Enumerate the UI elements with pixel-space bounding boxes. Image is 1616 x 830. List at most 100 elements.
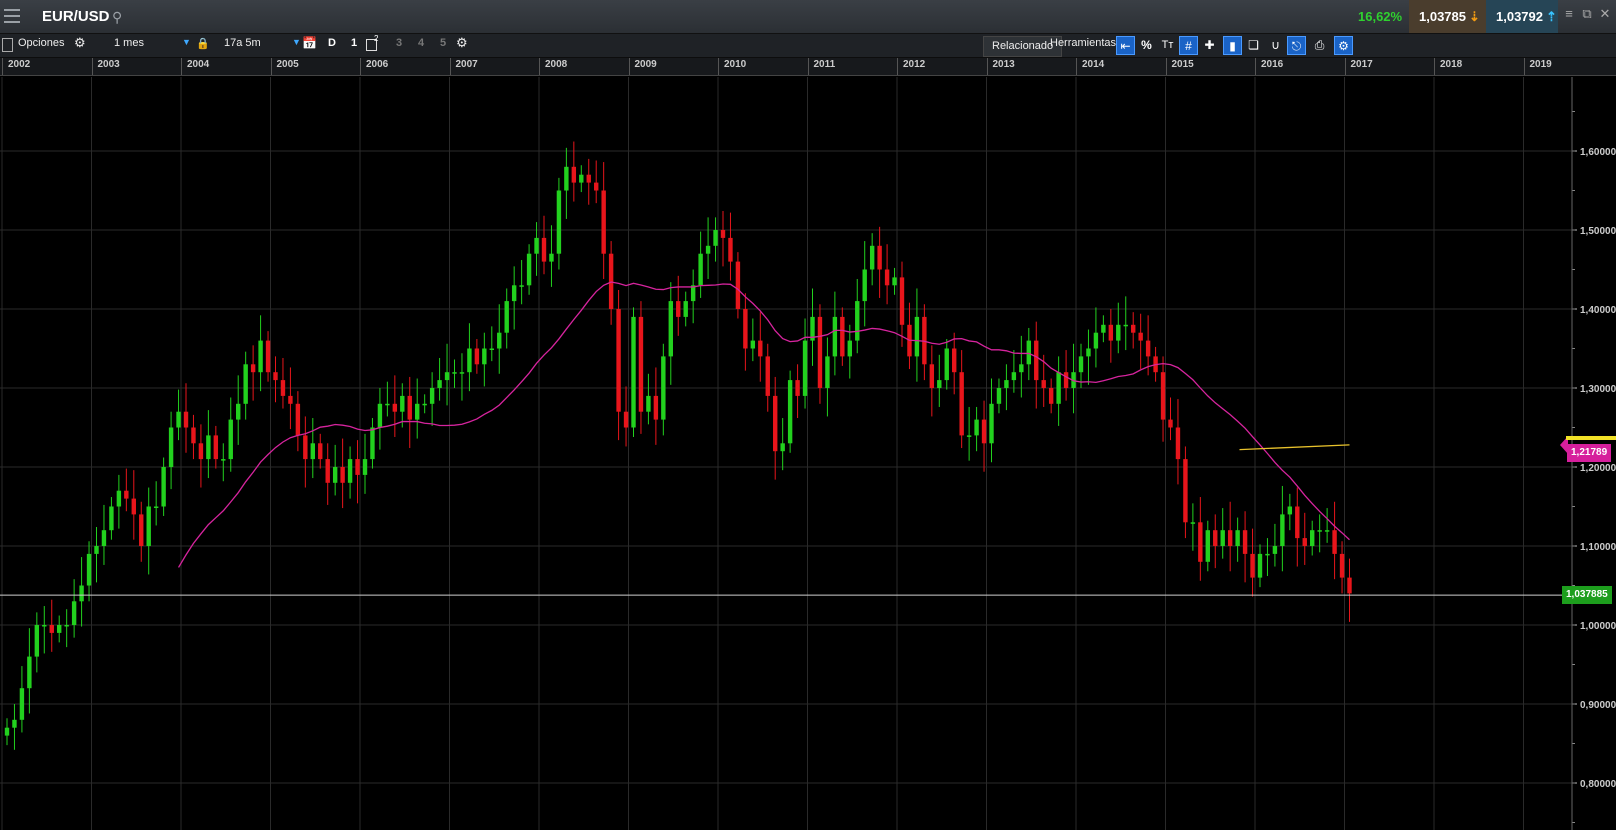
candle-up [1257, 553, 1263, 578]
candle-down [1347, 577, 1352, 594]
candle-up [482, 348, 487, 365]
candle-down [735, 261, 741, 309]
candle-down [594, 182, 599, 191]
candle-down [280, 380, 286, 396]
candle-up [422, 403, 427, 406]
candle-up [579, 174, 584, 183]
candle-up [459, 372, 465, 374]
candle-down [1295, 506, 1300, 539]
candle-down [601, 190, 606, 254]
y-tick-label: 1,10000 [1580, 542, 1616, 553]
candle-down [1160, 372, 1166, 420]
candle-down [616, 309, 621, 412]
moving-average-tag: 1,21789 [1567, 443, 1612, 462]
candle-down [340, 467, 345, 483]
candle-down [1183, 459, 1188, 523]
candle-up [362, 459, 368, 475]
candle-up [511, 285, 517, 302]
candle-up [101, 530, 107, 546]
candle-down [877, 245, 882, 270]
candle-up [802, 340, 808, 396]
candle-down [1108, 324, 1114, 341]
trendline [1239, 444, 1350, 451]
candle-up [42, 625, 47, 627]
candle-up [892, 277, 897, 286]
candle-down [1213, 530, 1218, 546]
candle-up [1093, 332, 1099, 349]
candle-up [243, 364, 248, 404]
candle-down [474, 348, 480, 365]
y-tick-label: 1,30000 [1580, 384, 1616, 395]
candle-down [758, 340, 763, 357]
candle-up [1056, 372, 1061, 404]
candle-up [57, 625, 62, 633]
candle-up [519, 285, 524, 287]
candle-up [1205, 530, 1210, 562]
candle-down [392, 403, 398, 412]
candle-down [1250, 553, 1255, 578]
candle-down [1041, 380, 1046, 388]
candle-down [295, 403, 301, 436]
candle-up [94, 546, 99, 554]
candle-down [1131, 324, 1136, 333]
candle-down [1138, 332, 1143, 341]
candle-down [728, 237, 733, 262]
candle-down [198, 443, 204, 460]
candle-down [1198, 522, 1203, 562]
candle-up [944, 348, 949, 381]
candle-up [1101, 324, 1106, 333]
candle-down [1168, 419, 1173, 428]
candle-up [385, 403, 390, 406]
candle-up [176, 411, 181, 428]
candle-down [1063, 372, 1069, 388]
candle-up [937, 380, 942, 388]
candle-down [1175, 427, 1181, 460]
candle-up [400, 395, 405, 412]
price-chart[interactable]: 1,60000 1,50000 1,40000 1,30000 1,20000 1,100… [0, 0, 1616, 830]
candle-up [705, 245, 711, 254]
candle-up [1190, 522, 1196, 524]
candle-up [429, 388, 435, 404]
candle-down [773, 395, 778, 452]
candle-down [653, 395, 659, 420]
candle-up [206, 435, 211, 460]
candle-up [1123, 324, 1128, 327]
candle-down [273, 372, 278, 381]
candle-down [1227, 530, 1233, 546]
candle-up [19, 688, 25, 720]
candle-up [258, 340, 263, 373]
candle-up [698, 253, 703, 286]
candle-up [116, 490, 122, 507]
candle-up [914, 316, 920, 357]
candle-up [1116, 324, 1121, 341]
candle-up [467, 348, 472, 373]
trendline-tag [1566, 436, 1616, 440]
candle-down [1332, 530, 1337, 554]
candle-up [146, 506, 151, 546]
candle-down [743, 309, 748, 349]
candle-down [325, 459, 330, 483]
candle-up [1004, 380, 1009, 388]
current-price-value: 1,037885 [1566, 589, 1608, 600]
candle-down [124, 490, 129, 499]
current-price-tag: 1,037885 [1562, 586, 1612, 604]
candle-up [444, 372, 450, 381]
candle-up [86, 553, 92, 586]
candle-up [1272, 546, 1278, 554]
candle-down [407, 395, 412, 420]
candle-up [1310, 530, 1315, 546]
candle-up [1086, 348, 1091, 357]
candle-up [64, 625, 69, 627]
candle-up [646, 395, 651, 412]
moving-average-line [177, 281, 1350, 568]
candle-down [765, 356, 770, 396]
candle-up [347, 459, 353, 483]
y-tick-label: 1,60000 [1580, 147, 1616, 158]
candle-down [541, 237, 547, 262]
candle-up [1235, 530, 1240, 546]
candle-up [668, 301, 673, 357]
candle-up [787, 380, 793, 444]
candle-up [71, 601, 77, 625]
candle-down [49, 625, 54, 633]
candle-up [377, 403, 383, 428]
